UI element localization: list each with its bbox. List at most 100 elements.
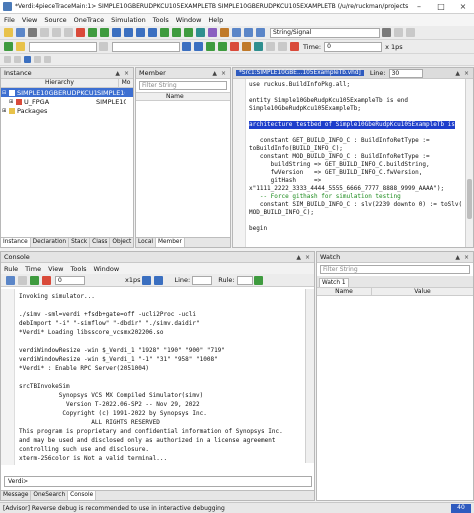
cut-icon[interactable] [39,28,49,37]
console-menu-tools[interactable]: Tools [71,265,87,273]
menu-help[interactable]: Help [208,16,223,24]
waveform-icon[interactable] [231,28,241,37]
sync-time-icon[interactable] [142,275,151,285]
watch-col-name[interactable]: Name [317,288,372,295]
load-icon[interactable] [183,28,193,37]
menu-simulation[interactable]: Simulation [111,16,146,24]
minimize-icon[interactable]: – [408,2,430,11]
dropdown-icon[interactable] [98,42,108,51]
layout-icon[interactable] [3,56,11,63]
line-input[interactable]: 30 [388,68,423,78]
maximize-icon[interactable]: □ [430,2,452,11]
panel-close-icon[interactable]: × [305,254,310,261]
step-icon[interactable] [181,42,191,51]
watch-col-value[interactable]: Value [372,288,473,295]
trace-icon[interactable] [159,28,169,37]
expand-icon[interactable]: ⊞ [9,99,16,105]
tab-onesearch[interactable]: OneSearch [31,491,69,500]
panel-close-icon[interactable]: × [464,254,469,261]
tree-row[interactable]: ⊞ U_FPGA SIMPLE10GB [1,97,133,106]
undo-icon[interactable] [87,28,97,37]
reverse-step-icon[interactable] [277,42,287,51]
menu-source[interactable]: Source [44,16,66,24]
tab-instance[interactable]: Instance [1,238,31,247]
split-icon[interactable] [13,56,21,63]
tab-console[interactable]: Console [68,491,97,500]
console-menu-time[interactable]: Time [25,265,41,273]
go-icon[interactable] [205,42,215,51]
search-icon[interactable] [381,28,391,37]
tab-class[interactable]: Class [90,238,111,247]
tab-watch-1[interactable]: Watch 1 [319,278,349,287]
menu-file[interactable]: File [4,16,15,24]
console-output[interactable]: Invoking simulator... ./simv -sml=verdi … [1,289,305,465]
tree-row[interactable]: ⊟ SIMPLE10GBERUDPKCU1... SIMPLE10GB [1,88,133,97]
copy-icon[interactable] [51,28,61,37]
tab-member[interactable]: Member [156,238,185,247]
member-filter-input[interactable]: Filter String [139,81,227,90]
console-scrollbar[interactable] [305,289,314,463]
module-select[interactable] [29,41,97,52]
status-badge[interactable]: 40 [451,503,471,513]
schematic-icon[interactable] [207,28,217,37]
filter-icon[interactable] [43,56,51,63]
print-icon[interactable] [27,28,37,37]
scroll-thumb[interactable] [467,179,472,219]
tab-stack[interactable]: Stack [69,238,91,247]
console-time-input[interactable]: 0 [55,275,85,285]
fsm-icon[interactable] [219,28,229,37]
lookup-icon[interactable] [195,28,205,37]
reverse-icon[interactable] [265,42,275,51]
console-menu-rule[interactable]: Rule [4,265,18,273]
redo-icon[interactable] [99,28,109,37]
panel-close-icon[interactable]: × [464,70,469,77]
open-folder-icon[interactable] [3,28,13,37]
up-icon[interactable] [135,28,145,37]
expand-icon[interactable]: ⊞ [2,108,9,114]
driver-icon[interactable] [171,28,181,37]
next-icon[interactable] [193,42,203,51]
undock-icon[interactable]: ▲ [115,70,120,77]
save-icon[interactable] [15,28,25,37]
refresh-icon[interactable] [154,275,163,285]
save-log-icon[interactable] [5,275,15,285]
source-scrollbar[interactable] [465,79,473,247]
bookmark-icon[interactable] [255,28,265,37]
down-icon[interactable] [147,28,157,37]
string-signal-input[interactable]: String/Signal [270,27,380,38]
close-icon[interactable]: × [452,2,474,11]
member-column-name[interactable]: Name [136,92,230,101]
search-next-icon[interactable] [405,28,415,37]
console-command-input[interactable]: Verdi> [4,476,312,487]
run-step-icon[interactable] [29,275,39,285]
scope-select[interactable] [112,41,180,52]
delete-icon[interactable] [75,28,85,37]
tab-local[interactable]: Local [136,238,157,247]
build-icon[interactable] [15,42,25,51]
stop-sim-icon[interactable] [41,275,51,285]
restart-icon[interactable] [241,42,251,51]
tab-declaration[interactable]: Declaration [31,238,70,247]
signal-icon[interactable] [243,28,253,37]
console-menu-window[interactable]: Window [94,265,120,273]
console-line-input[interactable] [192,275,213,285]
time-input[interactable]: 0 [324,41,383,52]
undock-icon[interactable]: ▲ [455,254,460,261]
sync-icon[interactable] [23,56,31,63]
undock-icon[interactable]: ▲ [212,70,217,77]
source-file-tab[interactable]: *Src1:SIMPLE10GBE...105ExampleTb.vhd] [236,70,364,76]
panel-close-icon[interactable]: × [124,70,129,77]
tree-row[interactable]: ⊞ Packages [1,106,133,115]
panel-close-icon[interactable]: × [221,70,226,77]
watch-filter-input[interactable]: Filter String [320,265,470,274]
col-hierarchy[interactable]: Hierarchy [1,79,119,87]
expand-icon[interactable]: ⊟ [2,90,9,96]
reset-icon[interactable] [289,42,299,51]
zoom-icon[interactable] [33,56,41,63]
menu-window[interactable]: Window [176,16,202,24]
breakpoint-icon[interactable] [253,42,263,51]
col-module[interactable]: Mo [119,79,133,87]
menu-tools[interactable]: Tools [153,16,169,24]
paste-icon[interactable] [63,28,73,37]
back-icon[interactable] [111,28,121,37]
